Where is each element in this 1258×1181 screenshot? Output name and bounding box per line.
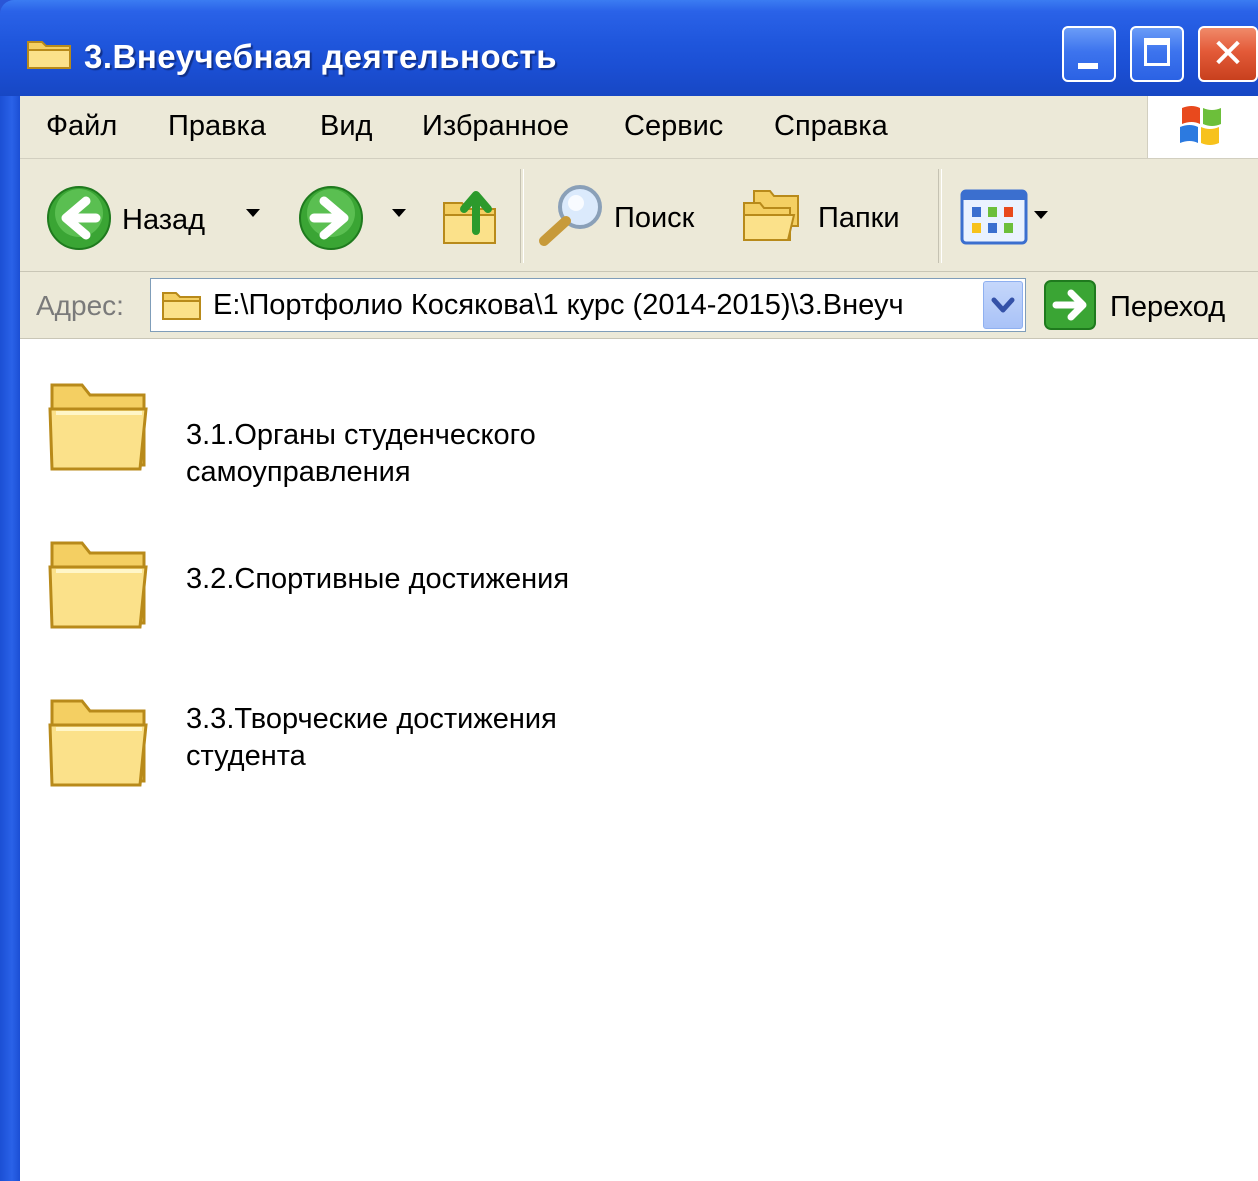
folder-icon: [44, 529, 156, 642]
address-folder-icon: [161, 287, 203, 328]
views-icon: [960, 189, 1030, 252]
search-button[interactable]: Поиск: [536, 183, 694, 254]
folder-icon: [44, 371, 156, 484]
folders-icon: [740, 185, 806, 252]
back-button[interactable]: Назад: [46, 185, 205, 256]
menu-item-tools[interactable]: Сервис: [624, 110, 723, 143]
go-button[interactable]: Переход: [1044, 280, 1225, 335]
window-title: 3.Внеучебная деятельность: [84, 38, 558, 75]
folders-label: Папки: [818, 202, 900, 234]
address-label: Адрес:: [36, 290, 124, 321]
chevron-down-icon: [991, 297, 1015, 313]
minimize-icon: [1078, 63, 1098, 69]
folder-icon: [44, 687, 156, 800]
toolbar: Назад Поиск Папки: [20, 159, 1258, 272]
toolbar-separator: [938, 169, 942, 263]
menu-item-help[interactable]: Справка: [774, 110, 888, 143]
folder-name: 3.1.Органы студенческого самоуправления: [186, 419, 536, 488]
go-label: Переход: [1110, 291, 1226, 323]
address-value: E:\Портфолио Косякова\1 курс (2014-2015)…: [213, 289, 904, 321]
windows-logo-icon: [1147, 96, 1258, 158]
folder-name: 3.3.Творческие достижения студента: [186, 703, 557, 772]
address-bar: Адрес: E:\Портфолио Косякова\1 курс (201…: [20, 272, 1258, 339]
minimize-button[interactable]: [1062, 26, 1116, 82]
explorer-window: 3.Внеучебная деятельность ✕ Файл Правка …: [0, 0, 1258, 1181]
maximize-icon: [1144, 38, 1170, 66]
forward-dropdown-icon[interactable]: [392, 209, 406, 217]
search-icon: [536, 183, 608, 254]
forward-button[interactable]: [298, 185, 364, 256]
back-arrow-icon: [46, 185, 112, 256]
views-button[interactable]: [960, 189, 1030, 252]
menu-bar: Файл Правка Вид Избранное Сервис Справка: [20, 96, 1258, 159]
back-label: Назад: [122, 204, 206, 236]
file-list: 3.1.Органы студенческого самоуправления …: [20, 339, 1258, 1181]
search-label: Поиск: [614, 202, 695, 234]
menu-item-view[interactable]: Вид: [320, 110, 372, 143]
close-button[interactable]: ✕: [1198, 26, 1258, 82]
up-folder-button[interactable]: [440, 183, 500, 254]
go-arrow-icon: [1044, 280, 1096, 335]
folder-item[interactable]: 3.3.Творческие достижения студента: [44, 687, 664, 807]
maximize-button[interactable]: [1130, 26, 1184, 82]
toolbar-separator: [520, 169, 524, 263]
menu-item-favorites[interactable]: Избранное: [422, 110, 569, 143]
forward-arrow-icon: [298, 185, 364, 256]
folder-icon: [26, 36, 74, 77]
address-dropdown-button[interactable]: [983, 281, 1023, 329]
back-dropdown-icon[interactable]: [246, 209, 260, 217]
menu-item-edit[interactable]: Правка: [168, 110, 266, 143]
menu-item-file[interactable]: Файл: [46, 110, 117, 143]
folder-name: 3.2.Спортивные достижения: [186, 563, 570, 595]
folders-button[interactable]: Папки: [740, 185, 900, 252]
folder-item[interactable]: 3.1.Органы студенческого самоуправления: [44, 371, 664, 491]
close-icon: ✕: [1211, 32, 1245, 76]
address-input[interactable]: E:\Портфолио Косякова\1 курс (2014-2015)…: [150, 278, 1026, 332]
folder-up-icon: [440, 183, 500, 254]
views-dropdown-icon[interactable]: [1034, 211, 1048, 219]
folder-item[interactable]: 3.2.Спортивные достижения: [44, 529, 664, 649]
title-bar[interactable]: 3.Внеучебная деятельность ✕: [0, 0, 1258, 96]
window-frame: [0, 96, 20, 1181]
